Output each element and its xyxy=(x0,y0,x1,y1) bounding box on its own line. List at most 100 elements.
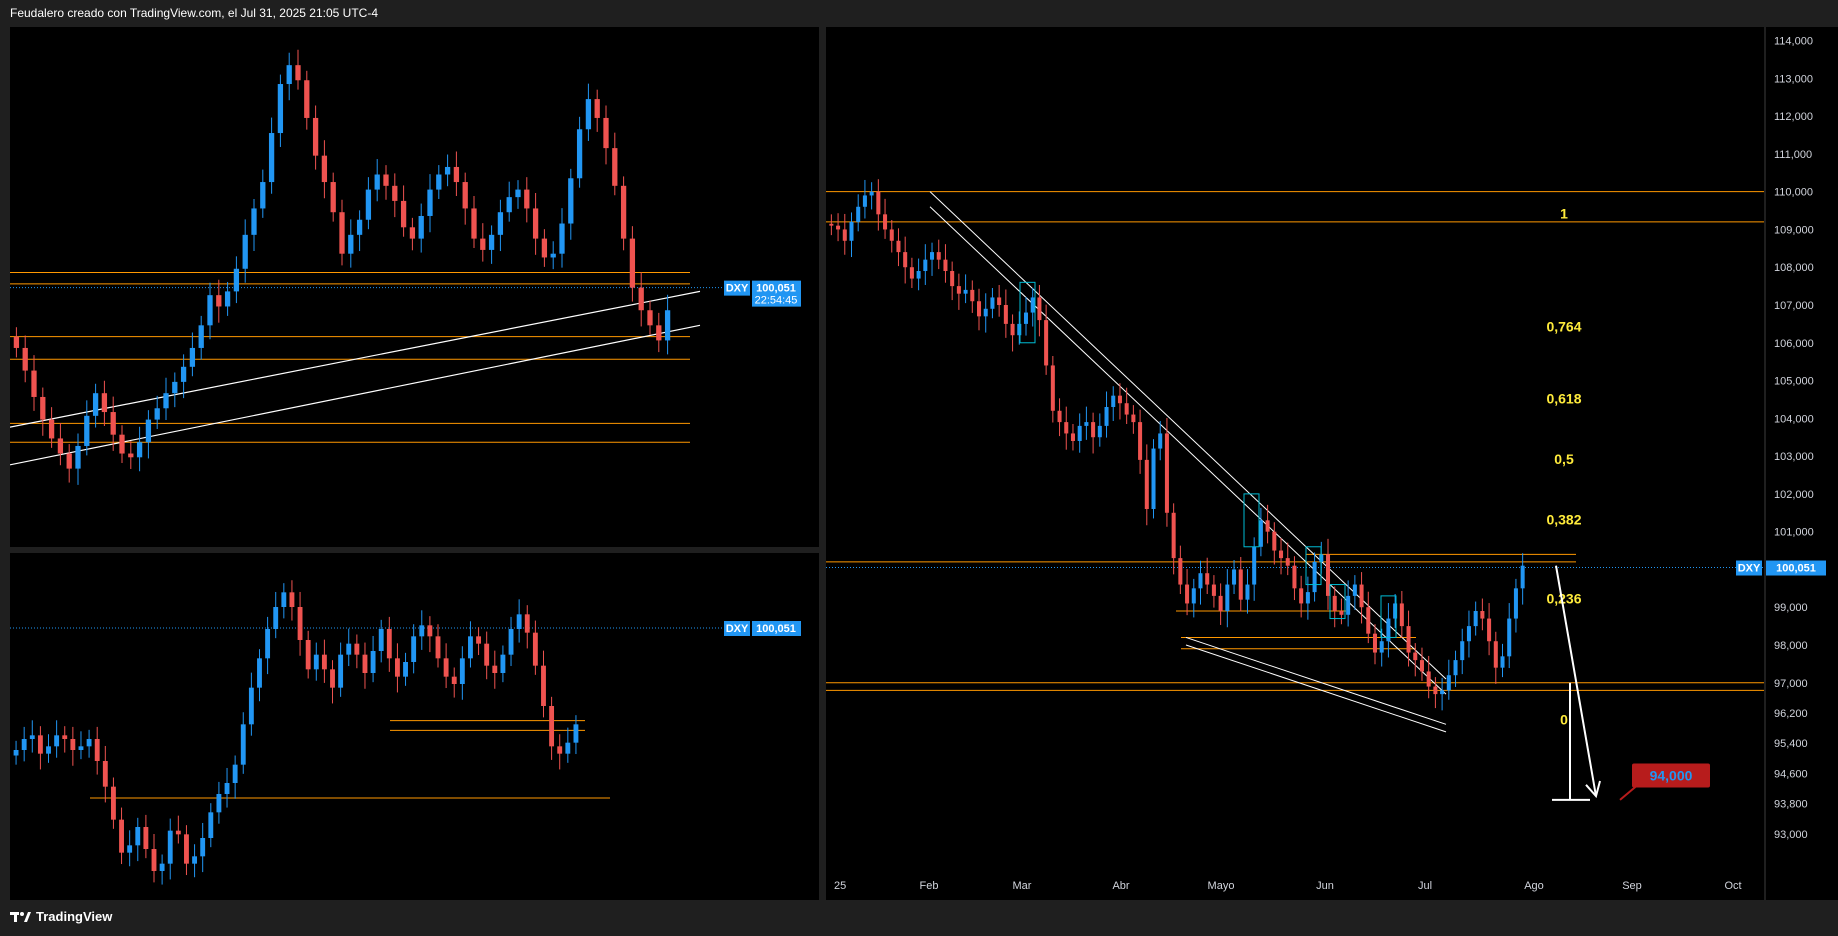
candle-body xyxy=(1151,448,1156,509)
candle-body xyxy=(265,629,271,659)
y-axis-tick-label: 102,000 xyxy=(1774,489,1814,501)
candle-body xyxy=(163,393,169,409)
candle-body xyxy=(312,117,319,156)
target-box-label: 94,000 xyxy=(1650,767,1693,783)
top-left-chart[interactable]: DXY 100,05122:54:45 xyxy=(10,27,819,547)
candle-body xyxy=(260,182,266,209)
candle-body xyxy=(1225,584,1230,611)
candle-body xyxy=(1285,558,1290,566)
candle-body xyxy=(378,629,384,651)
candle-body xyxy=(1305,592,1310,604)
candle-body xyxy=(471,208,477,239)
candle-body xyxy=(184,834,189,864)
fib-level-label: 0,618 xyxy=(1546,390,1581,406)
candle-body xyxy=(459,658,465,684)
candle-body xyxy=(84,415,90,446)
candle-body xyxy=(70,739,76,750)
candle-body xyxy=(208,812,214,838)
candle-body xyxy=(127,845,133,853)
candle-body xyxy=(46,746,51,754)
candle-body xyxy=(383,174,389,186)
candle-body xyxy=(216,295,222,307)
y-axis-tick-label: 97,000 xyxy=(1774,678,1808,690)
candle-body xyxy=(305,640,311,670)
candle-body xyxy=(1245,584,1250,600)
y-axis-tick-label: 110,000 xyxy=(1774,187,1813,199)
candle-body xyxy=(251,208,257,235)
candle-body xyxy=(386,629,392,659)
candle-body xyxy=(143,827,149,849)
candle-body xyxy=(1520,565,1525,589)
top-left-chart-panel[interactable]: DXY 100,051 22:54:45 xyxy=(10,27,819,547)
candle-body xyxy=(394,658,400,677)
candle-body xyxy=(48,419,55,439)
candle-body xyxy=(304,80,310,118)
candle-body xyxy=(909,267,914,279)
candle-body xyxy=(936,252,941,260)
bottom-left-chart-panel[interactable]: DXY 100,051 xyxy=(10,553,819,900)
symbol-tag: DXY xyxy=(1738,563,1761,575)
candle-body xyxy=(1158,433,1163,449)
candle-body xyxy=(1037,297,1042,321)
x-axis-tick-label: 25 xyxy=(834,880,846,892)
y-axis-tick-label: 95,400 xyxy=(1774,738,1808,750)
candle-body xyxy=(29,735,35,739)
candle-body xyxy=(354,643,360,655)
price-axis[interactable]: 114,000 113,000 112,000 111,000 110,000 109,0… xyxy=(1766,27,1838,900)
candle-body xyxy=(1198,573,1203,589)
candle-body xyxy=(207,295,213,326)
candle-body xyxy=(484,643,490,666)
candle-body xyxy=(1372,633,1378,653)
candle-body xyxy=(1205,573,1210,585)
candle-body xyxy=(629,238,636,288)
candle-body xyxy=(488,234,495,250)
x-axis-tick-label: Jul xyxy=(1418,880,1432,892)
candle-body xyxy=(1393,603,1398,619)
candle-body xyxy=(829,223,834,226)
candle-body xyxy=(568,178,574,224)
candle-body xyxy=(37,735,43,754)
right-chart-panel[interactable]: 1 0,764 0,618 0,5 0,382 0,236 0 94,000 25 Feb Mar A… xyxy=(826,27,1764,900)
candle-body xyxy=(1406,626,1411,653)
y-axis-tick-label: 93,000 xyxy=(1774,829,1808,841)
price-axis-labels[interactable]: 114,000 113,000 112,000 111,000 110,000 109,0… xyxy=(1766,27,1838,900)
candle-body xyxy=(638,287,644,311)
candle-body xyxy=(289,592,295,607)
candle-body xyxy=(557,746,563,754)
candle-body xyxy=(1446,675,1451,691)
candle-body xyxy=(400,200,407,228)
candle-body xyxy=(154,408,160,420)
right-chart[interactable]: 1 0,764 0,618 0,5 0,382 0,236 0 94,000 25 Feb Mar A… xyxy=(826,27,1764,900)
candle-body xyxy=(576,129,583,179)
candle-body xyxy=(151,849,157,871)
candle-body xyxy=(1352,584,1357,596)
candle-body xyxy=(963,289,968,294)
candle-body xyxy=(348,234,354,254)
candle-body xyxy=(57,438,64,454)
candle-body xyxy=(286,65,292,85)
candle-body xyxy=(159,863,165,871)
candle-body xyxy=(1091,422,1096,438)
candle-body xyxy=(1272,531,1277,551)
x-axis-tick-label: Mayo xyxy=(1208,880,1235,892)
candle-body xyxy=(1164,433,1169,513)
candle-body xyxy=(1077,425,1082,441)
y-axis-tick-label: 112,000 xyxy=(1774,111,1813,123)
candle-body xyxy=(856,206,861,222)
bottom-left-chart[interactable]: DXY 100,051 xyxy=(10,553,819,900)
candle-body xyxy=(896,240,901,253)
x-axis-tick-label: Jun xyxy=(1316,880,1334,892)
candle-body xyxy=(110,786,116,820)
candle-body xyxy=(78,746,84,750)
candle-body xyxy=(990,297,995,309)
candle-body xyxy=(180,366,187,382)
candle-body xyxy=(1111,395,1116,407)
candle-body xyxy=(1252,546,1257,585)
candle-body xyxy=(75,445,81,469)
candle-body xyxy=(500,654,506,673)
candle-body xyxy=(612,148,618,186)
candle-body xyxy=(550,253,556,258)
candle-body xyxy=(1480,611,1485,619)
x-axis-tick-label: Oct xyxy=(1724,880,1741,892)
candle-body xyxy=(549,706,555,747)
